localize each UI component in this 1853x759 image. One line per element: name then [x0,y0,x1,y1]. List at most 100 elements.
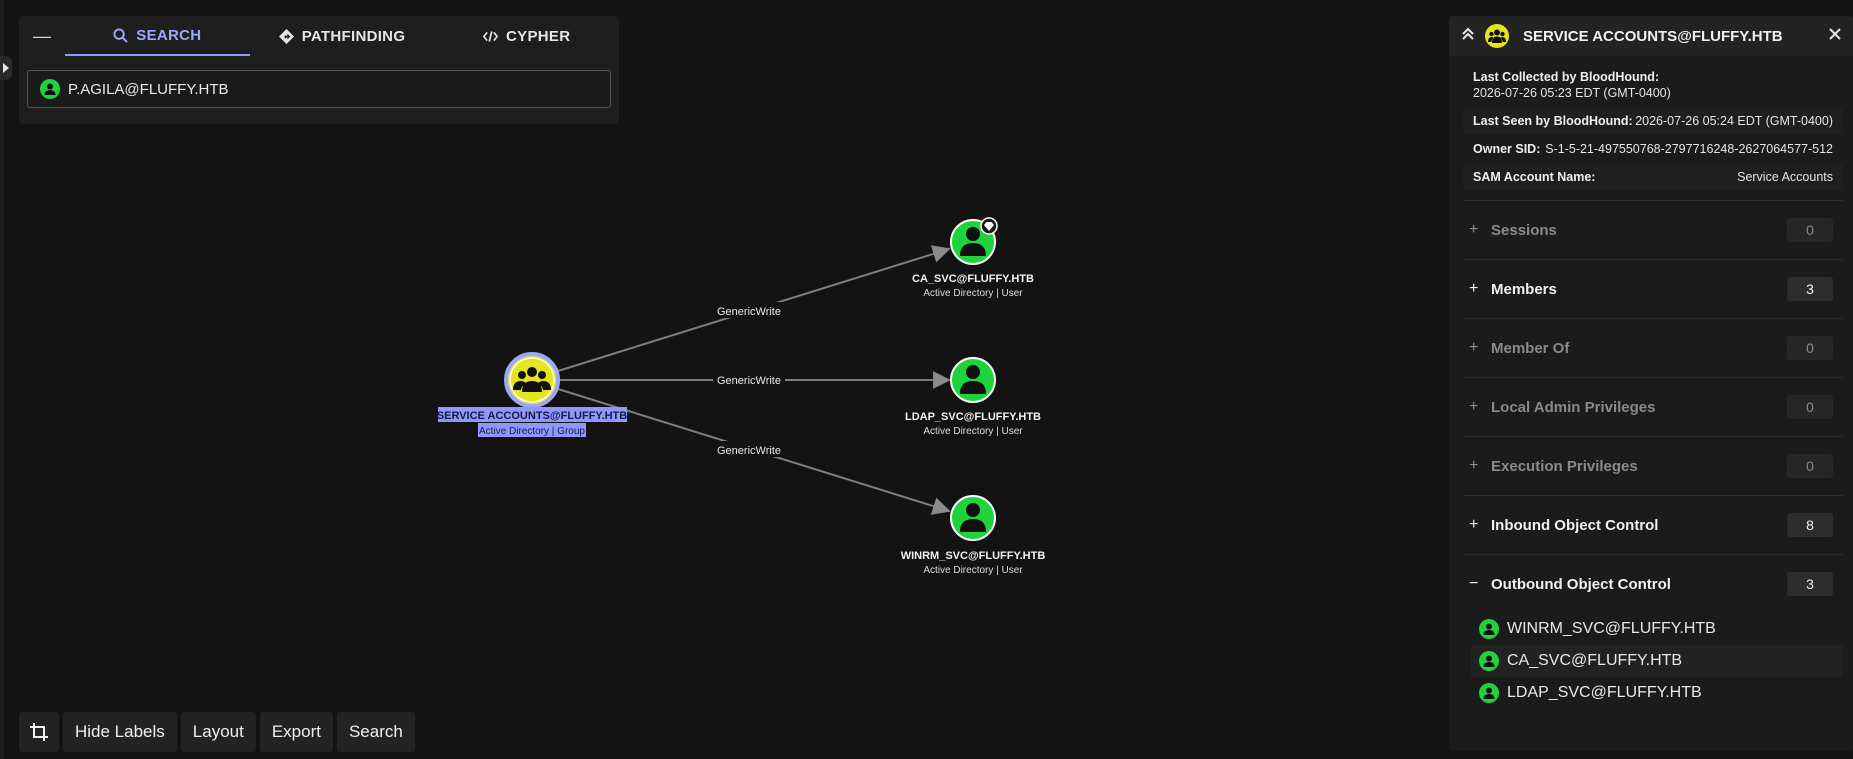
section-local-admin-privileges[interactable]: + Local Admin Privileges 0 [1463,377,1843,436]
prop-key: Last Seen by BloodHound: [1473,114,1633,128]
tab-cypher[interactable]: CYPHER [434,16,619,56]
tab-search[interactable]: SEARCH [65,16,250,56]
user-icon [1479,619,1499,639]
node-search-input[interactable]: P.AGILA@FLUFFY.HTB [27,70,611,108]
node-label: CA_SVC@FLUFFY.HTB [912,273,1034,285]
prop-value: 2026-07-26 05:23 EDT (GMT-0400) [1473,86,1671,100]
list-item-label: LDAP_SVC@FLUFFY.HTB [1507,684,1702,701]
graph-node-ldap-svc[interactable]: LDAP_SVC@FLUFFY.HTB Active Directory | U… [905,357,1041,437]
expand-icon: + [1469,339,1479,356]
section-member-of[interactable]: + Member Of 0 [1463,318,1843,377]
edge-label: GenericWrite [717,306,781,318]
list-item[interactable]: WINRM_SVC@FLUFFY.HTB [1471,613,1843,645]
crop-icon [30,723,48,741]
section-count: 3 [1787,277,1833,301]
layout-button[interactable]: Layout [180,712,256,752]
node-type-label: Active Directory | User [923,288,1023,299]
minus-icon: — [33,25,51,46]
node-type-label: Active Directory | Group [479,426,585,437]
user-icon [1479,651,1499,671]
chevron-double-up-icon [1462,27,1474,40]
section-count: 8 [1787,513,1833,537]
node-label: SERVICE ACCOUNTS@FLUFFY.HTB [437,410,627,422]
user-icon [1479,683,1499,703]
prop-last-collected: Last Collected by BloodHound: 2026-07-26… [1463,64,1843,106]
section-name: Execution Privileges [1491,457,1638,475]
section-sessions[interactable]: + Sessions 0 [1463,200,1843,259]
section-members[interactable]: + Members 3 [1463,259,1843,318]
graph-node-winrm-svc[interactable]: WINRM_SVC@FLUFFY.HTB Active Directory | … [901,495,1046,576]
code-icon [483,30,499,42]
collapse-details-button[interactable] [1461,27,1475,46]
node-type-label: Active Directory | User [923,426,1023,437]
list-item[interactable]: CA_SVC@FLUFFY.HTB [1471,645,1843,677]
tab-label: SEARCH [136,26,202,44]
graph-node-service-accounts[interactable]: SERVICE ACCOUNTS@FLUFFY.HTB Active Direc… [437,352,627,437]
graph-toolbar: Hide Labels Layout Export Search [19,712,415,752]
prop-key: SAM Account Name: [1473,170,1596,184]
expand-icon: + [1469,221,1479,238]
list-item-label: WINRM_SVC@FLUFFY.HTB [1507,620,1716,637]
diamond-route-icon [278,28,294,44]
details-body: Last Collected by BloodHound: 2026-07-26… [1449,56,1853,709]
prop-value: S-1-5-21-497550768-2797716248-2627064577… [1545,142,1833,156]
section-name: Member Of [1491,339,1570,357]
prop-key: Owner SID: [1473,142,1541,156]
node-label: WINRM_SVC@FLUFFY.HTB [901,550,1046,562]
crop-button[interactable] [19,712,59,752]
prop-value: Service Accounts [1737,170,1833,184]
search-button[interactable]: Search [336,712,415,752]
details-header: SERVICE ACCOUNTS@FLUFFY.HTB [1449,16,1853,56]
section-count: 3 [1787,572,1833,596]
prop-owner-sid: Owner SID: S-1-5-21-497550768-2797716248… [1463,136,1843,162]
details-title: SERVICE ACCOUNTS@FLUFFY.HTB [1523,27,1783,45]
export-button[interactable]: Export [259,712,333,752]
edge-label: GenericWrite [717,445,781,457]
prop-last-seen: Last Seen by BloodHound: 2026-07-26 05:2… [1463,108,1843,134]
list-item-label: CA_SVC@FLUFFY.HTB [1507,652,1683,669]
node-type-label: Active Directory | User [923,565,1023,576]
section-count: 0 [1787,395,1833,419]
prop-sam-account-name: SAM Account Name: Service Accounts [1463,164,1843,190]
section-outbound-object-control[interactable]: − Outbound Object Control 3 [1463,554,1843,613]
section-count: 0 [1787,218,1833,242]
search-value: P.AGILA@FLUFFY.HTB [68,80,229,98]
section-name: Members [1491,280,1557,298]
list-item[interactable]: LDAP_SVC@FLUFFY.HTB [1471,677,1843,709]
section-execution-privileges[interactable]: + Execution Privileges 0 [1463,436,1843,495]
node-label: LDAP_SVC@FLUFFY.HTB [905,411,1041,423]
edge-label: GenericWrite [717,375,781,387]
section-name: Sessions [1491,221,1557,239]
graph-node-ca-svc[interactable]: CA_SVC@FLUFFY.HTB Active Directory | Use… [912,217,1034,299]
hide-labels-button[interactable]: Hide Labels [63,712,177,752]
tab-label: PATHFINDING [301,27,406,45]
bloodhound-app: GenericWrite GenericWrite GenericWrite S… [0,0,1853,759]
collapse-panel-button[interactable]: — [19,16,65,56]
search-icon [113,27,128,43]
entity-details-panel: SERVICE ACCOUNTS@FLUFFY.HTB Last Collect… [1449,16,1853,751]
section-count: 0 [1787,454,1833,478]
expand-icon: + [1469,398,1479,415]
section-name: Local Admin Privileges [1491,398,1656,416]
prop-value: 2026-07-26 05:24 EDT (GMT-0400) [1635,114,1833,128]
expand-icon: + [1469,457,1479,474]
section-name: Outbound Object Control [1491,575,1671,593]
collapse-icon: − [1469,575,1479,592]
explore-panel: — SEARCH PATHFINDING CYPHER P.AGILA@FLUF… [19,16,619,124]
outbound-object-list: WINRM_SVC@FLUFFY.HTB CA_SVC@FLUFFY.HTB L… [1463,613,1843,709]
section-inbound-object-control[interactable]: + Inbound Object Control 8 [1463,495,1843,554]
explore-tabs: — SEARCH PATHFINDING CYPHER [19,16,619,56]
graph-edge[interactable]: GenericWrite [557,245,951,372]
expand-icon: + [1469,280,1479,297]
tab-label: CYPHER [506,27,571,45]
graph-edge[interactable]: GenericWrite [560,371,951,389]
close-details-button[interactable] [1829,27,1841,45]
section-name: Inbound Object Control [1491,516,1659,534]
section-count: 0 [1787,336,1833,360]
expand-icon: + [1469,516,1479,533]
tab-pathfinding[interactable]: PATHFINDING [250,16,435,56]
prop-key: Last Collected by BloodHound: [1473,70,1660,84]
group-icon [1485,24,1509,48]
user-icon [40,79,60,99]
close-icon [1829,28,1841,40]
